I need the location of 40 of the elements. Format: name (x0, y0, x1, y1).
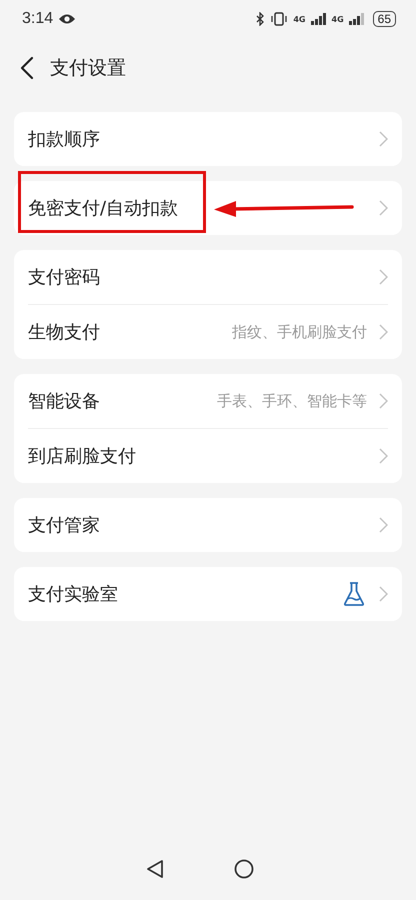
chevron-right-icon (379, 517, 388, 533)
battery-indicator: 65 (372, 11, 396, 27)
status-time: 3:14 (22, 10, 54, 28)
chevron-right-icon (379, 586, 388, 602)
chevron-right-icon (379, 324, 388, 340)
home-nav-icon[interactable] (234, 859, 254, 879)
settings-item[interactable]: 到店刷脸支付 (28, 428, 388, 483)
item-label: 支付密码 (28, 266, 100, 289)
item-label: 支付管家 (28, 514, 100, 537)
back-icon[interactable] (20, 56, 34, 80)
chevron-right-icon (379, 131, 388, 147)
back-nav-icon[interactable] (146, 859, 164, 879)
settings-item[interactable]: 免密支付/自动扣款 (28, 181, 388, 235)
settings-item[interactable]: 扣款顺序 (28, 112, 388, 166)
settings-item[interactable]: 支付实验室 (28, 567, 388, 621)
item-detail: 手表、手环、智能卡等 (217, 392, 367, 410)
signal-icon (310, 13, 326, 25)
chevron-right-icon (379, 269, 388, 285)
item-label: 扣款顺序 (28, 128, 100, 151)
chevron-right-icon (379, 200, 388, 216)
bluetooth-icon (255, 12, 266, 26)
signal-icon (348, 13, 365, 25)
item-label: 智能设备 (28, 390, 100, 413)
item-detail: 指纹、手机刷脸支付 (232, 322, 367, 342)
page-title: 支付设置 (50, 56, 126, 81)
settings-item[interactable]: 支付管家 (28, 498, 388, 552)
eye-icon (58, 13, 76, 25)
settings-item[interactable]: 支付密码 (28, 250, 388, 304)
network-label: 4G (332, 14, 344, 24)
item-label: 到店刷脸支付 (28, 445, 136, 468)
chevron-right-icon (379, 393, 388, 409)
network-label: 4G (293, 14, 306, 24)
settings-item[interactable]: 智能设备 手表、手环、智能卡等 (28, 374, 388, 428)
vibrate-icon (270, 12, 288, 26)
flask-icon (343, 581, 365, 607)
item-label: 免密支付/自动扣款 (28, 197, 178, 220)
settings-item[interactable]: 生物支付 指纹、手机刷脸支付 (28, 304, 388, 359)
item-label: 支付实验室 (28, 583, 118, 606)
chevron-right-icon (379, 448, 388, 464)
item-label: 生物支付 (28, 321, 100, 344)
